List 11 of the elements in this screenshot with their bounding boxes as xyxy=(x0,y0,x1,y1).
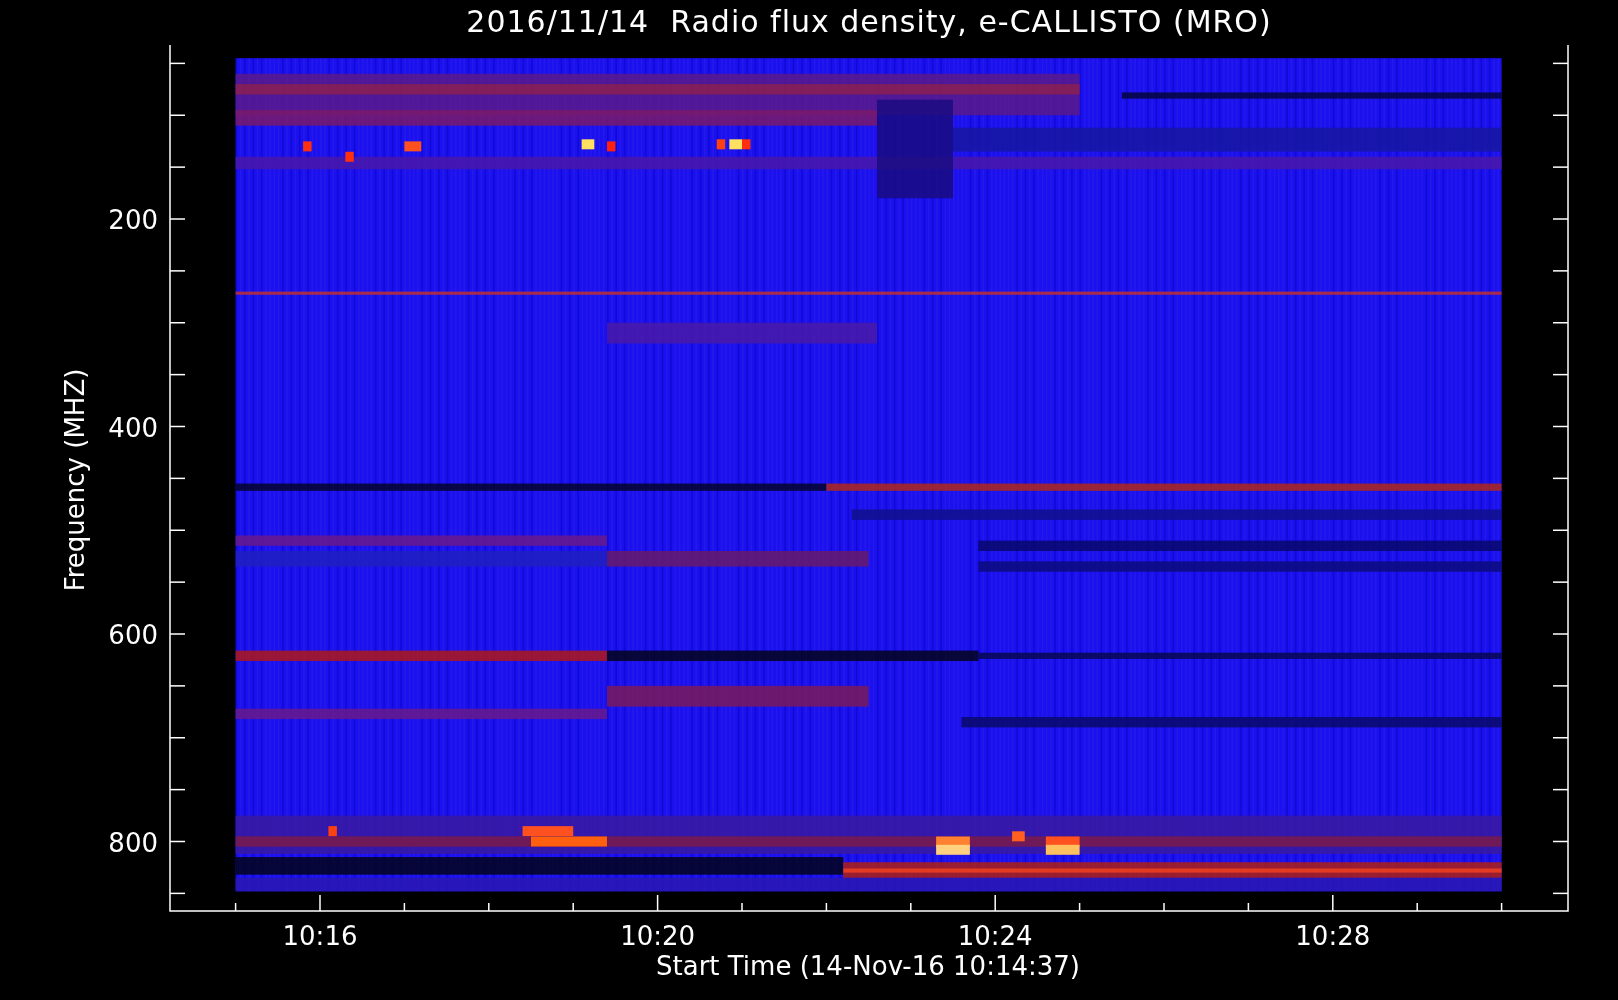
axis-tick-label: 10:20 xyxy=(620,921,696,951)
chart-title: 2016/11/14 Radio flux density, e-CALLISTO (MRO) xyxy=(466,7,1272,41)
axis-tick-label: 800 xyxy=(108,827,158,858)
axis-tick-label: 10:16 xyxy=(282,921,358,951)
x-axis-label: Start Time (14-Nov-16 10:14:37) xyxy=(656,951,1080,981)
axis-tick-label: 10:24 xyxy=(957,921,1033,951)
axis-tick-label: 10:28 xyxy=(1295,921,1371,951)
axis-tick-label: 200 xyxy=(108,205,158,235)
axis-tick-label: 400 xyxy=(108,412,158,443)
axis-tick-label: 600 xyxy=(108,620,158,650)
y-axis-label: Frequency (MHZ) xyxy=(60,368,90,592)
